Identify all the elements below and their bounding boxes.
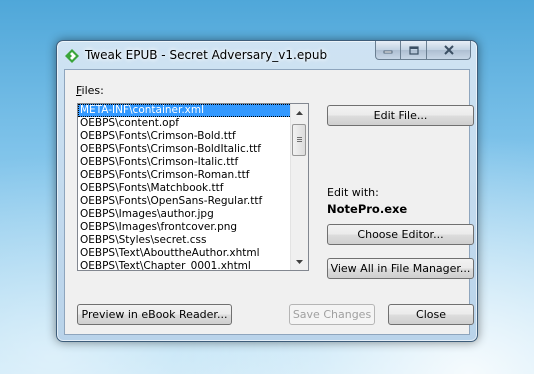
file-list-item[interactable]: META-INF\container.xml	[78, 104, 308, 117]
maximize-button[interactable]	[401, 41, 427, 60]
close-button[interactable]: Close	[388, 304, 474, 325]
close-icon	[443, 45, 454, 55]
files-label-text: iles:	[81, 84, 104, 97]
files-listbox[interactable]: META-INF\container.xml OEBPS\content.opf O…	[77, 103, 309, 271]
preview-ebook-reader-button[interactable]: Preview in eBook Reader...	[77, 304, 232, 325]
maximize-icon	[408, 45, 419, 55]
thumb-grip-line	[297, 141, 302, 142]
epub-icon	[64, 48, 80, 64]
file-list-item[interactable]: OEBPS\Fonts\Crimson-Bold.ttf	[78, 130, 308, 143]
file-list-item[interactable]: OEBPS\Images\frontcover.png	[78, 221, 308, 234]
save-changes-button[interactable]: Save Changes	[289, 304, 375, 325]
file-list-item[interactable]: OEBPS\Text\Chapter_0001.xhtml	[78, 260, 308, 270]
file-list-item[interactable]: OEBPS\Fonts\Crimson-BoldItalic.ttf	[78, 143, 308, 156]
file-list-item[interactable]: OEBPS\Fonts\Crimson-Roman.ttf	[78, 169, 308, 182]
close-window-button[interactable]	[427, 41, 471, 60]
file-list-item[interactable]: OEBPS\Fonts\Crimson-Italic.ttf	[78, 156, 308, 169]
files-scrollbar[interactable]	[290, 104, 308, 270]
arrow-up-icon	[296, 110, 303, 115]
file-list-item[interactable]: OEBPS\Images\author.jpg	[78, 208, 308, 221]
view-all-file-manager-button[interactable]: View All in File Manager...	[327, 258, 474, 279]
scroll-up-button[interactable]	[291, 104, 308, 121]
files-list: META-INF\container.xml OEBPS\content.opf O…	[78, 104, 308, 270]
files-label: Files:	[76, 84, 104, 97]
file-list-item[interactable]: OEBPS\Styles\secret.css	[78, 234, 308, 247]
file-list-item[interactable]: OEBPS\Text\AbouttheAuthor.xhtml	[78, 247, 308, 260]
edit-with-label: Edit with:	[327, 186, 379, 199]
window-title: Tweak EPUB - Secret Adversary_v1.epub	[85, 48, 328, 62]
file-list-item[interactable]: OEBPS\Fonts\OpenSans-Regular.ttf	[78, 195, 308, 208]
file-list-item[interactable]: OEBPS\content.opf	[78, 117, 308, 130]
scroll-down-button[interactable]	[291, 253, 308, 270]
editor-name: NotePro.exe	[327, 202, 408, 216]
thumb-grip-line	[297, 137, 302, 138]
title-bar[interactable]: Tweak EPUB - Secret Adversary_v1.epub	[57, 41, 477, 69]
file-list-item[interactable]: OEBPS\Fonts\Matchbook.ttf	[78, 182, 308, 195]
caption-buttons	[375, 41, 471, 61]
thumb-grip-line	[297, 139, 302, 140]
tweak-epub-window: Tweak EPUB - Secret Adversary_v1.epub Fi…	[56, 40, 478, 342]
minimize-icon	[383, 50, 393, 54]
dialog-client-area: Files: META-INF\container.xml OEBPS\conte…	[64, 69, 474, 335]
minimize-button[interactable]	[375, 41, 401, 60]
choose-editor-button[interactable]: Choose Editor...	[327, 224, 474, 245]
arrow-down-icon	[296, 259, 303, 264]
scroll-thumb[interactable]	[292, 124, 306, 156]
edit-file-button[interactable]: Edit File...	[327, 105, 474, 126]
